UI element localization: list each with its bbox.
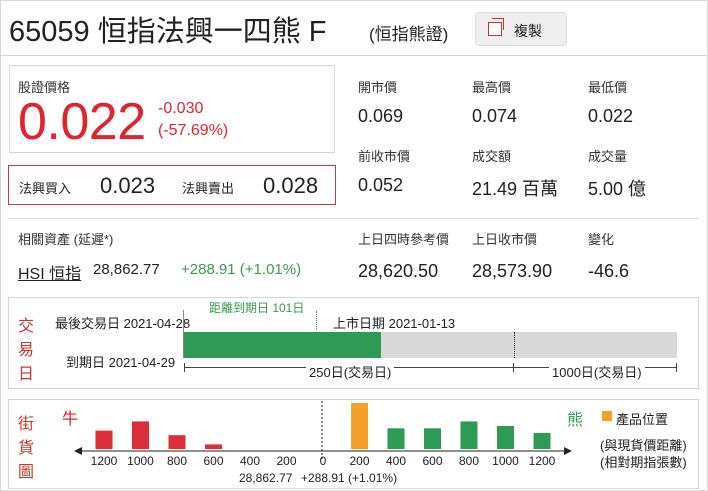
days-to-expiry: 距離到期日 101日 xyxy=(209,301,305,315)
section-divider xyxy=(9,218,699,219)
ask-label: 法興賣出 xyxy=(182,181,235,196)
trading-days-track xyxy=(184,332,677,358)
trading-days-side-title-3: 日 xyxy=(18,366,35,383)
street-tick-label-8: 400 xyxy=(386,454,406,468)
underlying-link[interactable]: HSI 恒指 xyxy=(18,260,81,284)
street-tick-label-6: 0 xyxy=(320,454,327,468)
street-note-contracts: (相對期指張數) xyxy=(600,455,687,470)
street-tick-label-2: 800 xyxy=(167,454,187,468)
street-tick-label-3: 600 xyxy=(203,454,223,468)
stat-open-value: 0.069 xyxy=(358,106,404,126)
copy-button[interactable]: 複製 xyxy=(475,12,567,46)
listing-date: 上市日期 2021-01-13 xyxy=(333,316,456,331)
street-tick-label-12: 1200 xyxy=(529,454,556,468)
days-scale-tick-start xyxy=(184,363,185,372)
ref-price-value: 28,620.50 xyxy=(358,261,439,281)
trading-days-side-title-2: 易 xyxy=(18,342,35,359)
street-tick-label-11: 1000 xyxy=(492,454,519,468)
price-change-pct: (-57.69%) xyxy=(158,122,229,139)
street-bar-0-0 xyxy=(95,430,113,449)
change-label: 變化 xyxy=(588,232,615,247)
stat-low-value: 0.022 xyxy=(588,106,634,126)
change-value: -46.6 xyxy=(588,261,630,281)
underlying-price: 28,862.77 xyxy=(93,261,160,278)
price-change: -0.030 xyxy=(158,100,204,117)
stat-low-label: 最低價 xyxy=(588,80,628,95)
stat-high-label: 最高價 xyxy=(472,80,512,95)
street-bar-0-2 xyxy=(168,435,186,449)
street-bar-2-9 xyxy=(424,428,441,449)
stat-volume-label: 成交量 xyxy=(588,149,628,164)
expiry-date: 到期日 2021-04-29 xyxy=(66,355,176,370)
bid-value: 0.023 xyxy=(100,173,156,198)
header-divider xyxy=(0,55,708,56)
price-value: 0.022 xyxy=(18,93,146,151)
bid-label: 法興買入 xyxy=(19,181,72,196)
street-bar-2-10 xyxy=(460,421,478,449)
page-title: 65059 恒指法興一四熊 F xyxy=(9,16,327,48)
street-tick-label-9: 600 xyxy=(422,454,442,468)
prev-close-value: 28,573.90 xyxy=(472,261,553,281)
street-tick-label-10: 800 xyxy=(459,454,479,468)
days-scale-tick-end xyxy=(676,363,677,372)
street-tick-label-1: 1000 xyxy=(127,454,154,468)
street-tick-label-7: 200 xyxy=(349,454,369,468)
days-scale-tick-250 xyxy=(513,363,514,372)
days-label-1000: 1000日(交易日) xyxy=(549,362,645,381)
stat-prevclose-value: 0.052 xyxy=(358,175,404,195)
legend-product-label: 產品位置 xyxy=(616,412,669,427)
to-expiry-marker xyxy=(316,311,317,329)
trading-days-side-title-1: 交 xyxy=(18,318,35,335)
days-label-250: 250日(交易日) xyxy=(306,362,395,381)
underlying-change: +288.91 (+1.01%) xyxy=(181,261,302,278)
stat-volume-value: 5.00 億 xyxy=(588,179,647,199)
stat-prevclose-label: 前收市價 xyxy=(358,149,411,164)
spot-price: 28,862.77 xyxy=(239,471,293,485)
street-bar-0-3 xyxy=(205,444,222,449)
street-chart: 1200 1000 800 600 400 200 0 200 400 600 800 1000 120… xyxy=(74,401,572,468)
street-tick-label-4: 400 xyxy=(240,454,260,468)
street-bar-2-11 xyxy=(497,426,514,449)
last-trade-date: 最後交易日 2021-04-28 xyxy=(55,316,191,331)
street-bar-1-7 xyxy=(351,403,368,449)
spot-change: +288.91 (+1.01%) xyxy=(301,471,398,485)
elapsed-days-bar xyxy=(184,332,381,358)
stat-turnover-value: 21.49 百萬 xyxy=(472,179,559,199)
street-tick-label-0: 1200 xyxy=(91,454,118,468)
copy-button-label: 複製 xyxy=(514,23,542,39)
stat-high-value: 0.074 xyxy=(472,106,518,126)
bar-250-marker xyxy=(514,332,515,358)
street-bar-0-1 xyxy=(132,421,149,449)
street-bar-2-8 xyxy=(387,428,405,449)
street-bar-2-12 xyxy=(533,432,551,449)
underlying-label: 相關資產 (延遲*) xyxy=(18,232,114,247)
stat-turnover-label: 成交額 xyxy=(472,149,512,164)
ref-price-label: 上日四時參考價 xyxy=(358,232,450,247)
street-tick-label-5: 200 xyxy=(276,454,296,468)
legend-product-swatch xyxy=(602,411,612,421)
copy-icon xyxy=(488,18,504,36)
ask-value: 0.028 xyxy=(263,173,319,198)
stat-open-label: 開市價 xyxy=(358,80,398,95)
page-subtitle: (恒指熊證) xyxy=(369,25,449,44)
prev-close-label: 上日收市價 xyxy=(472,232,538,247)
